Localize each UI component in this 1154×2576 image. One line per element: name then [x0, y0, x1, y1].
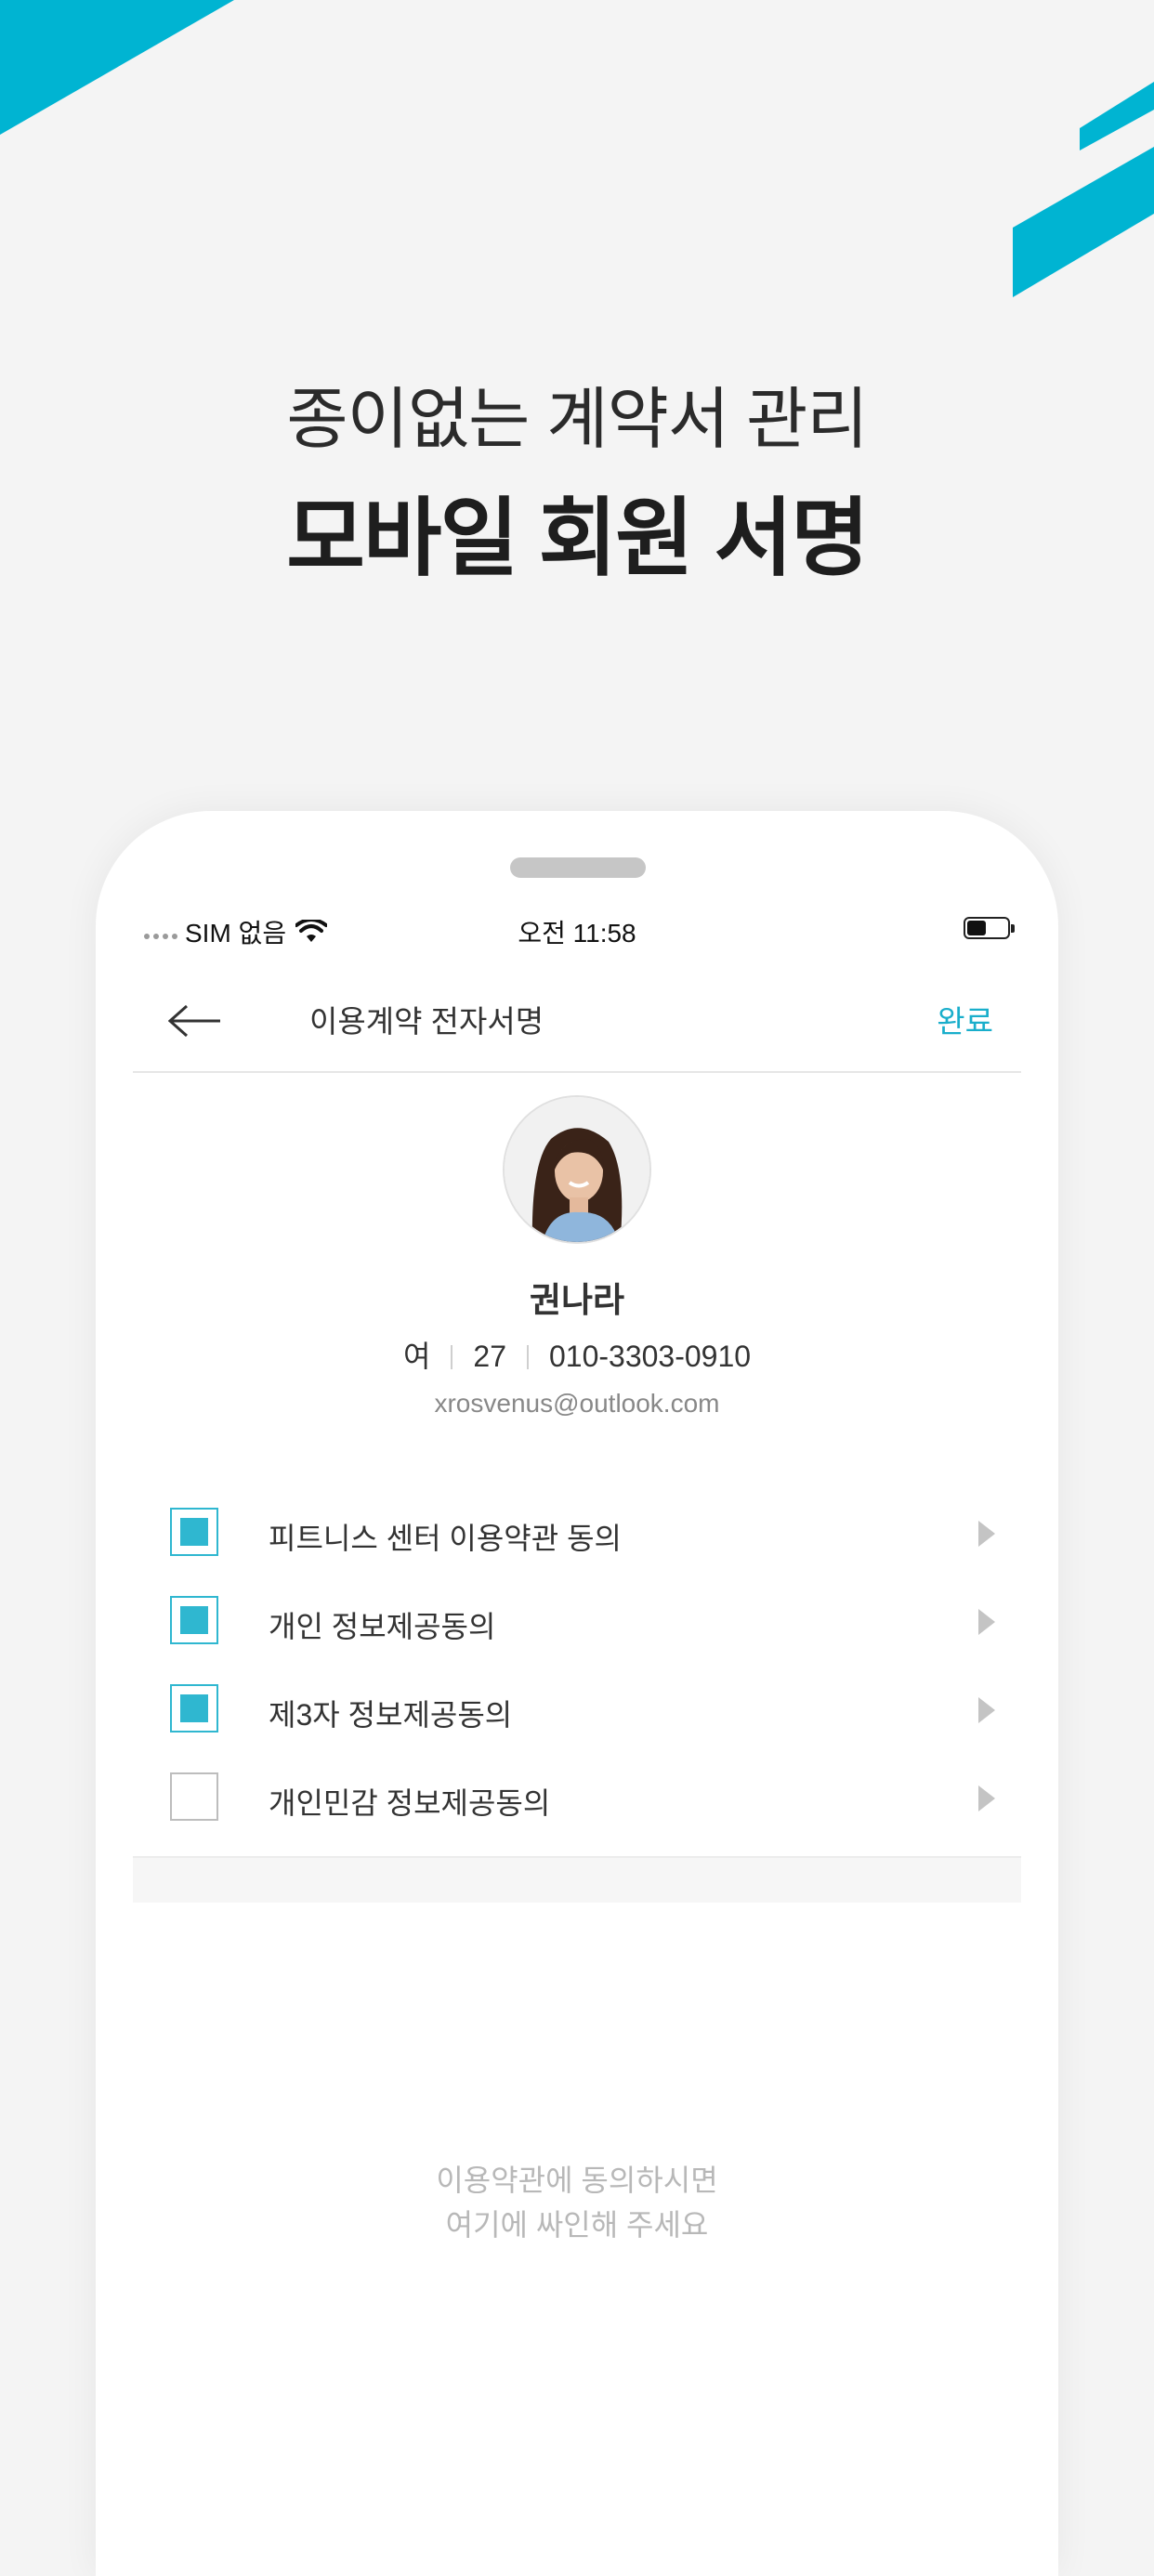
- agreement-item-personal-info[interactable]: 개인 정보제공동의: [133, 1577, 1021, 1666]
- info-divider: [451, 1345, 453, 1369]
- check-mark-icon: [180, 1694, 208, 1722]
- done-button[interactable]: 완료: [937, 997, 993, 1041]
- phone-speaker: [510, 857, 646, 878]
- agreement-checkbox[interactable]: [170, 1596, 218, 1644]
- avatar: [503, 1095, 651, 1244]
- agreement-list: 피트니스 센터 이용약관 동의 개인 정보제공동의 제3자 정보제공동의 개인민…: [133, 1489, 1021, 1842]
- headline-title: 모바일 회원 서명: [286, 491, 870, 586]
- check-mark-icon: [180, 1606, 208, 1634]
- check-mark-icon: [180, 1518, 208, 1546]
- corner-stripe-top-right: [1003, 74, 1154, 307]
- member-phone: 010-3303-0910: [548, 1340, 752, 1373]
- nav-bar: 이용계약 전자서명 완료: [133, 969, 1021, 1073]
- info-divider: [526, 1345, 529, 1369]
- page-title: 이용계약 전자서명: [309, 1004, 544, 1039]
- section-divider: [133, 1856, 1021, 1903]
- status-time: 오전 11:58: [518, 919, 636, 948]
- chevron-right-icon[interactable]: [978, 1697, 995, 1723]
- member-age: 27: [473, 1340, 506, 1373]
- signature-hint-line1: 이용약관에 동의하시면: [436, 2164, 718, 2197]
- agreement-checkbox[interactable]: [170, 1772, 218, 1821]
- signature-hint-line2: 여기에 싸인해 주세요: [445, 2208, 709, 2242]
- agreement-checkbox[interactable]: [170, 1508, 218, 1556]
- member-email: xrosvenus@outlook.com: [434, 1389, 720, 1418]
- agreement-checkbox[interactable]: [170, 1684, 218, 1733]
- chevron-right-icon[interactable]: [978, 1785, 995, 1811]
- headline-subtitle: 종이없는 계약서 관리: [286, 383, 868, 457]
- member-name: 권나라: [529, 1281, 625, 1319]
- phone-frame: SIM 없음 오전 11:58 이용계약 전자서명 완료 권나라 여 27 01…: [96, 811, 1058, 2576]
- back-arrow-icon[interactable]: [167, 1004, 222, 1042]
- agreement-label: 개인 정보제공동의: [269, 1610, 496, 1643]
- status-bar: SIM 없음 오전 11:58: [96, 911, 1058, 952]
- battery-icon: [964, 917, 1015, 939]
- agreement-label: 피트니스 센터 이용약관 동의: [269, 1522, 622, 1555]
- agreement-label: 개인민감 정보제공동의: [269, 1786, 551, 1820]
- chevron-right-icon[interactable]: [978, 1521, 995, 1547]
- corner-stripe-top-left: [0, 0, 242, 139]
- agreement-item-third-party[interactable]: 제3자 정보제공동의: [133, 1666, 1021, 1754]
- signature-pad[interactable]: 이용약관에 동의하시면 여기에 싸인해 주세요: [96, 2158, 1058, 2247]
- chevron-right-icon[interactable]: [978, 1609, 995, 1635]
- member-info: 여 27 010-3303-0910: [96, 1333, 1058, 1376]
- member-gender: 여: [402, 1340, 431, 1373]
- agreement-label: 제3자 정보제공동의: [269, 1698, 513, 1732]
- agreement-item-fitness-terms[interactable]: 피트니스 센터 이용약관 동의: [133, 1489, 1021, 1577]
- agreement-item-sensitive-info[interactable]: 개인민감 정보제공동의: [133, 1754, 1021, 1842]
